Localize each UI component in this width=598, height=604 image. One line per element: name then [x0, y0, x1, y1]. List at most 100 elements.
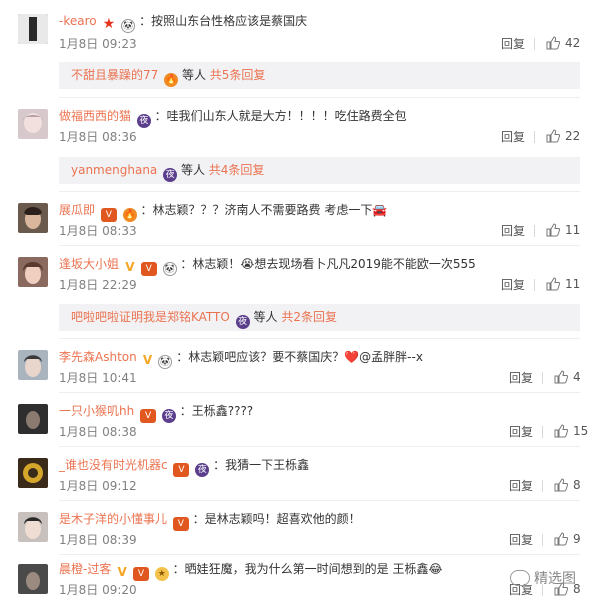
divider: [534, 279, 535, 291]
fire-badge-icon: 🔥: [164, 73, 179, 87]
like-button[interactable]: 11: [546, 223, 580, 237]
sub-reply-user[interactable]: yanmenghana: [71, 163, 157, 177]
star-badge-icon: ★: [102, 16, 116, 32]
sub-replies-summary[interactable]: yanmenghana 夜 等人 共4条回复: [59, 157, 580, 184]
divider: [534, 38, 535, 50]
sub-reply-mid: 等人: [253, 310, 282, 324]
panda-badge-icon: 🐼: [158, 355, 173, 369]
vip-badge-icon: V: [133, 567, 149, 581]
comment-divider: [59, 392, 580, 393]
avatar[interactable]: [18, 512, 48, 542]
night-badge-icon: 夜: [195, 463, 210, 477]
night-badge-icon: 夜: [163, 168, 178, 182]
reply-button[interactable]: 回复: [501, 224, 525, 238]
vip-badge-icon: V: [140, 262, 157, 276]
comment-text: ：是林志颖吗！超喜欢他的颜！: [192, 512, 361, 526]
username[interactable]: 展瓜即: [59, 203, 95, 217]
night-badge-icon: 夜: [161, 409, 176, 423]
reply-button[interactable]: 回复: [509, 371, 533, 385]
username[interactable]: 晨橙-过客: [59, 562, 111, 576]
avatar[interactable]: [18, 564, 48, 594]
vip-badge-icon: V: [140, 409, 157, 423]
comment-divider: [59, 500, 580, 501]
medal-badge-icon: ★: [154, 567, 169, 581]
sub-reply-user[interactable]: 不甜且暴躁的77: [71, 68, 158, 82]
username[interactable]: 一只小猴叽hh: [59, 404, 134, 418]
comment-time: 1月8日 08:39: [59, 533, 137, 547]
username[interactable]: 李先森Ashton: [59, 350, 137, 364]
reply-button[interactable]: 回复: [509, 533, 533, 547]
divider: [534, 131, 535, 143]
comment-time: 1月8日 22:29: [59, 278, 137, 292]
avatar[interactable]: [18, 404, 48, 434]
divider: [542, 480, 543, 492]
like-count: 11: [565, 277, 581, 291]
comment-divider: [59, 554, 580, 555]
thumbs-up-icon: [546, 223, 561, 237]
username[interactable]: 逢坂大小姐: [59, 257, 119, 271]
comment-time: 1月8日 10:41: [59, 371, 137, 385]
like-button[interactable]: 9: [554, 532, 581, 546]
comment-time: 1月8日 08:36: [59, 130, 137, 144]
night-badge-icon: 夜: [235, 315, 250, 329]
reply-button[interactable]: 回复: [509, 425, 533, 439]
like-count: 42: [565, 36, 581, 50]
sub-reply-count[interactable]: 共4条回复: [209, 163, 265, 177]
sub-reply-count[interactable]: 共2条回复: [281, 310, 337, 324]
thumbs-up-icon: [546, 129, 561, 143]
reply-button[interactable]: 回复: [501, 37, 525, 51]
sub-replies-summary[interactable]: 不甜且暴躁的77 🔥 等人 共5条回复: [59, 62, 580, 89]
verified-badge-icon: V: [142, 353, 153, 367]
comment-text: ：我猜一下王栎鑫: [213, 458, 310, 472]
thumbs-up-icon: [554, 532, 569, 546]
comment-divider: [59, 245, 580, 246]
vip-badge-icon: V: [172, 517, 189, 531]
avatar[interactable]: [18, 109, 48, 139]
username[interactable]: _谁也没有时光机器c: [59, 458, 168, 472]
comment-time: 1月8日 09:20: [59, 583, 137, 597]
reply-button[interactable]: 回复: [501, 278, 525, 292]
comment-text: ：林志颖吧应该？要不蔡国庆？❤️@孟胖胖--x: [176, 350, 423, 364]
username[interactable]: 做福西西的猫: [59, 109, 131, 123]
like-button[interactable]: 42: [546, 36, 580, 50]
avatar[interactable]: [18, 257, 48, 287]
like-button[interactable]: 4: [554, 370, 581, 384]
like-count: 4: [573, 370, 581, 384]
thumbs-up-icon: [554, 424, 569, 438]
divider: [542, 426, 543, 438]
comment-text: ：林志颖？？？济南人不需要路费 考虑一下🚘: [140, 203, 388, 217]
avatar[interactable]: [18, 350, 48, 380]
like-count: 15: [573, 424, 589, 438]
divider: [542, 534, 543, 546]
sub-reply-mid: 等人: [180, 163, 209, 177]
like-button[interactable]: 11: [546, 277, 580, 291]
comment-divider: [59, 97, 580, 98]
sub-reply-user[interactable]: 吧啦吧啦证明我是郑铭KATTO: [71, 310, 230, 324]
comment-time: 1月8日 08:38: [59, 425, 137, 439]
like-button[interactable]: 8: [554, 478, 581, 492]
sub-reply-mid: 等人: [181, 68, 210, 82]
sub-replies-summary[interactable]: 吧啦吧啦证明我是郑铭KATTO 夜 等人 共2条回复: [59, 304, 580, 331]
thumbs-up-icon: [546, 36, 561, 50]
night-badge-icon: 夜: [136, 114, 151, 128]
comment-time: 1月8日 09:12: [59, 479, 137, 493]
reply-button[interactable]: 回复: [509, 479, 533, 493]
fire-badge-icon: 🔥: [122, 208, 137, 222]
panda-badge-icon: 🐼: [121, 19, 136, 33]
comment-text: ：哇我们山东人就是大方！！！！吃住路费全包: [154, 109, 407, 123]
reply-button[interactable]: 回复: [501, 130, 525, 144]
sub-reply-count[interactable]: 共5条回复: [210, 68, 266, 82]
like-count: 22: [565, 129, 581, 143]
like-button[interactable]: 15: [554, 424, 588, 438]
avatar[interactable]: [18, 203, 48, 233]
thumbs-up-icon: [554, 370, 569, 384]
comment-text: ：王栎鑫????: [179, 404, 254, 418]
avatar[interactable]: [18, 458, 48, 488]
like-button[interactable]: 22: [546, 129, 580, 143]
username[interactable]: -kearo: [59, 14, 97, 28]
avatar[interactable]: [18, 14, 48, 44]
comment-divider: [59, 338, 580, 339]
vip-badge-icon: V: [100, 208, 117, 222]
vip-badge-icon: V: [173, 463, 190, 477]
username[interactable]: 是木子洋的小懂事儿: [59, 512, 167, 526]
